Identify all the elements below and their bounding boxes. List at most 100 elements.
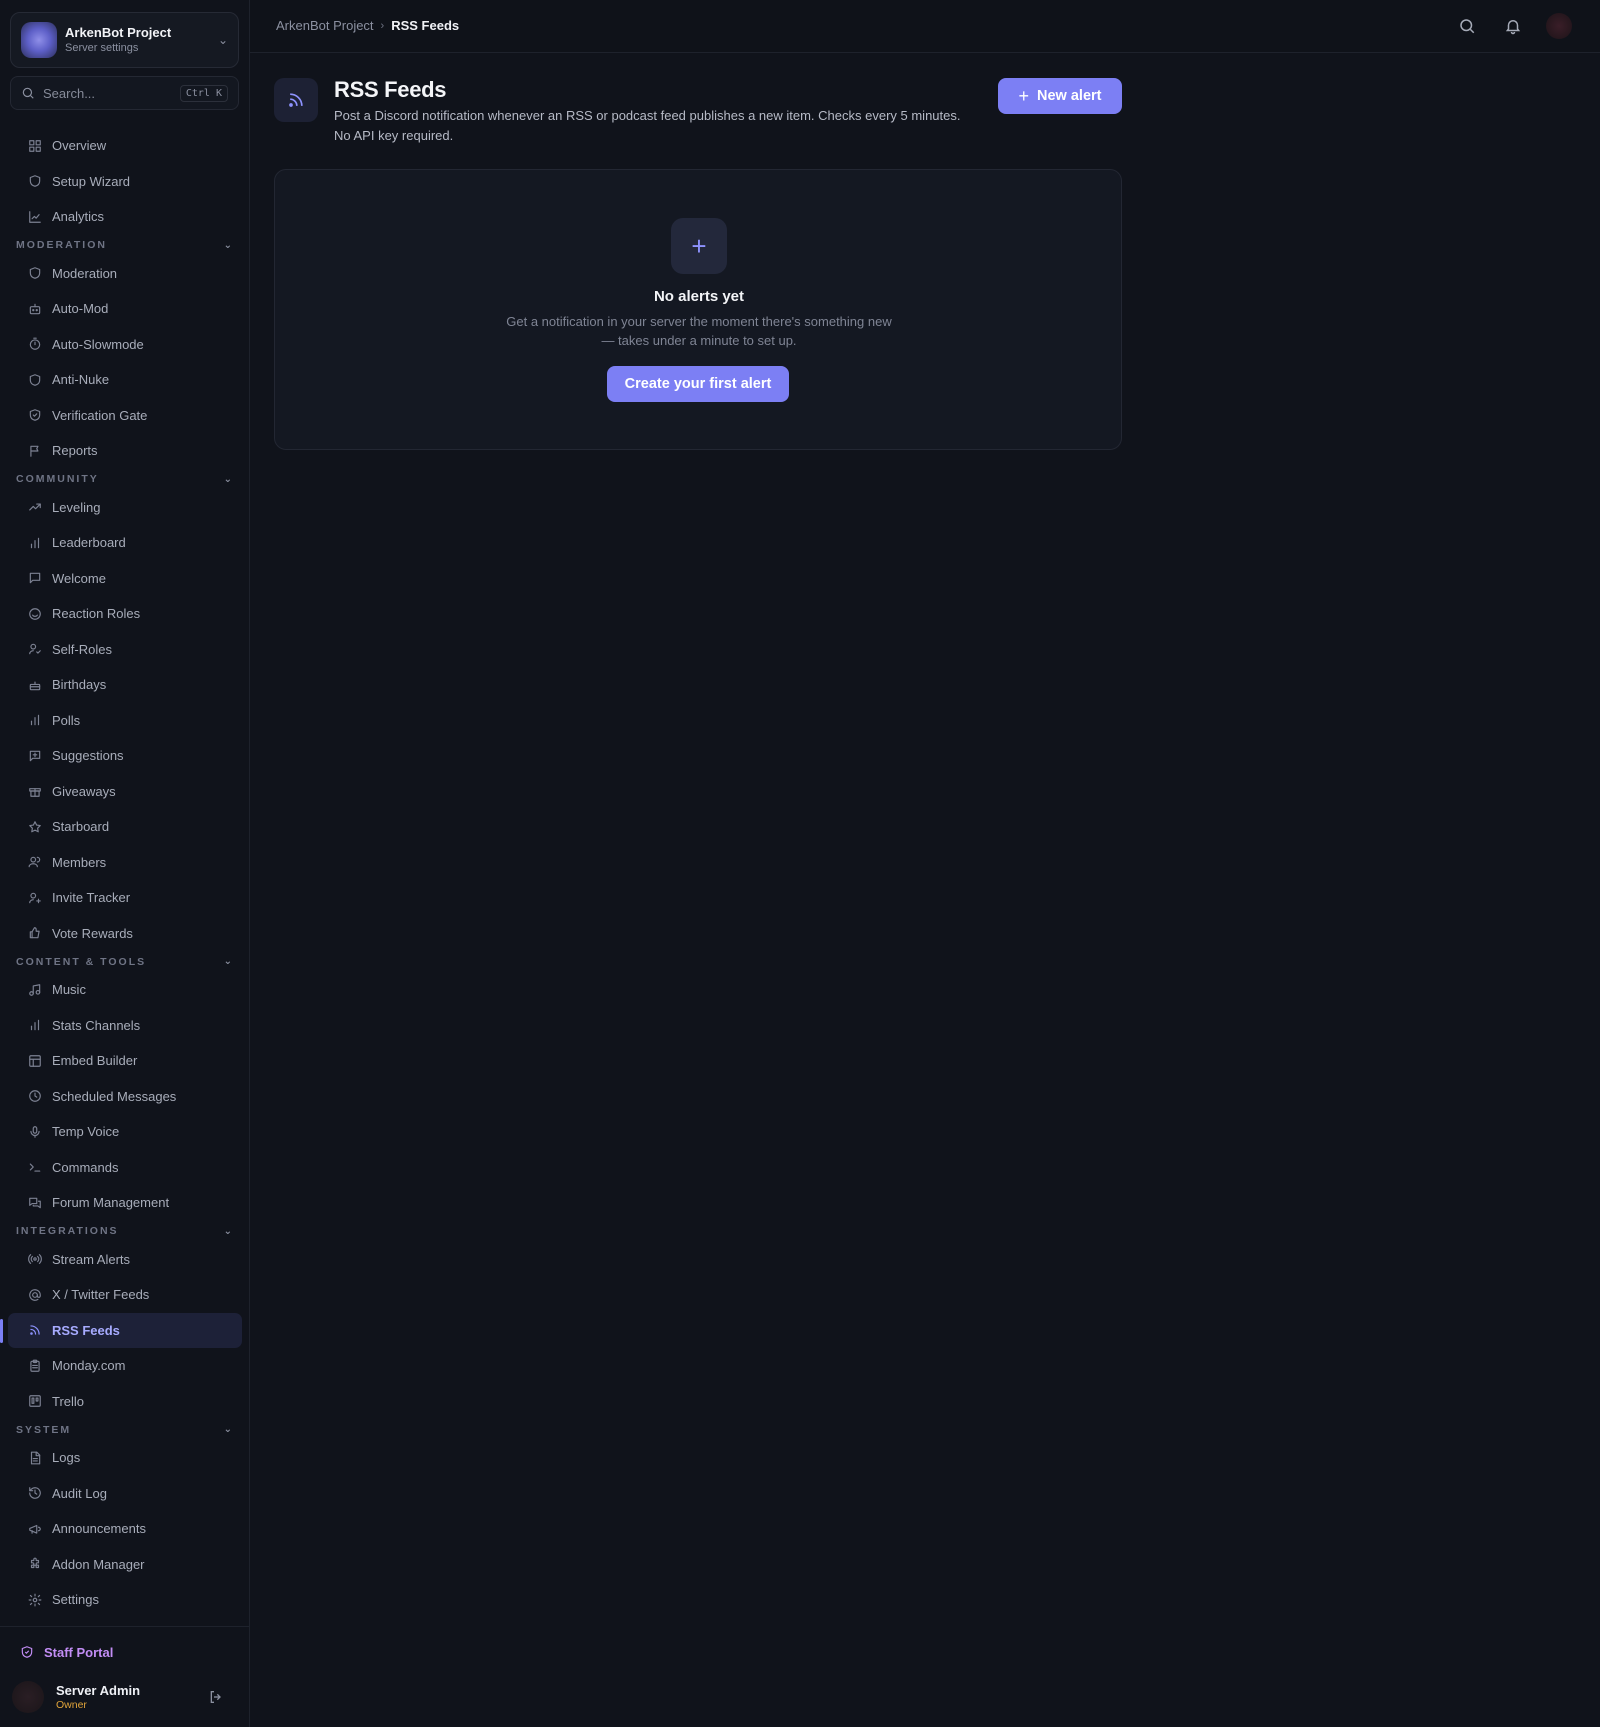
search-icon (22, 87, 34, 99)
chevron-down-icon: ⌄ (223, 239, 232, 251)
search-icon[interactable] (1458, 17, 1476, 35)
sidebar-item-verification-gate[interactable]: Verification Gate (8, 398, 242, 434)
sidebar-item-moderation[interactable]: Moderation (8, 256, 242, 292)
messages-icon (28, 1196, 42, 1210)
plus-icon: + (671, 218, 727, 274)
rss-icon (274, 78, 318, 122)
breadcrumb-parent[interactable]: ArkenBot Project (276, 18, 374, 33)
sidebar-item-monday-com[interactable]: Monday.com (8, 1348, 242, 1384)
sidebar-item-stream-alerts[interactable]: Stream Alerts (8, 1242, 242, 1278)
bar-chart-icon (28, 536, 42, 550)
section-header-system[interactable]: SYSTEM ⌄ (0, 1419, 250, 1440)
sidebar-item-invite-tracker[interactable]: Invite Tracker (8, 880, 242, 916)
rss-icon (28, 1323, 42, 1337)
grid-icon (28, 139, 42, 153)
sidebar-item-scheduled-messages[interactable]: Scheduled Messages (8, 1079, 242, 1115)
sidebar-item-leaderboard[interactable]: Leaderboard (8, 525, 242, 561)
empty-state-card: + No alerts yet Get a notification in yo… (274, 169, 1122, 450)
sidebar-item-anti-nuke[interactable]: Anti-Nuke (8, 362, 242, 398)
sidebar-item-logs[interactable]: Logs (8, 1440, 242, 1476)
chevron-down-icon: ⌄ (223, 1225, 232, 1237)
music-icon (28, 983, 42, 997)
sidebar-item-giveaways[interactable]: Giveaways (8, 774, 242, 810)
terminal-icon (28, 1160, 42, 1174)
sidebar-item-addon-manager[interactable]: Addon Manager (8, 1547, 242, 1583)
sidebar-item-setup-wizard[interactable]: Setup Wizard (8, 164, 242, 200)
sidebar-item-auto-mod[interactable]: Auto-Mod (8, 291, 242, 327)
sidebar: ArkenBot Project Server settings ⌄ Searc… (0, 0, 250, 1727)
sidebar-item-stats-channels[interactable]: Stats Channels (8, 1008, 242, 1044)
search-input[interactable]: Search... Ctrl K (10, 76, 239, 110)
section-header-content-tools[interactable]: CONTENT & TOOLS ⌄ (0, 951, 250, 972)
sidebar-item-analytics[interactable]: Analytics (8, 199, 242, 235)
section-header-integrations[interactable]: INTEGRATIONS ⌄ (0, 1221, 250, 1242)
sidebar-item-self-roles[interactable]: Self-Roles (8, 632, 242, 668)
bell-icon[interactable] (1504, 17, 1522, 35)
bar-chart-icon (28, 1018, 42, 1032)
logout-icon[interactable] (208, 1689, 224, 1705)
trending-up-icon (28, 500, 42, 514)
sidebar-item-leveling[interactable]: Leveling (8, 490, 242, 526)
at-sign-icon (28, 1288, 42, 1302)
sidebar-item-birthdays[interactable]: Birthdays (8, 667, 242, 703)
sidebar-item-commands[interactable]: Commands (8, 1150, 242, 1186)
sidebar-item-label: Audit Log (52, 1485, 107, 1501)
sidebar-item-auto-slowmode[interactable]: Auto-Slowmode (8, 327, 242, 363)
user-check-icon (28, 642, 42, 656)
clipboard-icon (28, 1359, 42, 1373)
gear-icon (28, 1593, 42, 1607)
breadcrumb-current: RSS Feeds (391, 18, 460, 33)
section-title: CONTENT & TOOLS (16, 955, 147, 968)
sidebar-item-vote-rewards[interactable]: Vote Rewards (8, 916, 242, 952)
sidebar-item-suggestions[interactable]: Suggestions (8, 738, 242, 774)
user-plus-icon (28, 891, 42, 905)
sidebar-item-forum-management[interactable]: Forum Management (8, 1185, 242, 1221)
search-shortcut: Ctrl K (179, 84, 228, 102)
timer-icon (28, 337, 42, 351)
sidebar-item-starboard[interactable]: Starboard (8, 809, 242, 845)
gift-icon (28, 784, 42, 798)
sidebar-item-polls[interactable]: Polls (8, 703, 242, 739)
sidebar-item-overview[interactable]: Overview (8, 128, 242, 164)
sidebar-item-music[interactable]: Music (8, 972, 242, 1008)
sidebar-item-trello[interactable]: Trello (8, 1384, 242, 1420)
new-alert-button[interactable]: + New alert (998, 78, 1122, 114)
top-bar: ArkenBot Project › RSS Feeds (250, 0, 1600, 53)
sidebar-item-label: Auto-Mod (52, 301, 109, 317)
section-title: MODERATION (16, 239, 107, 251)
create-first-alert-button[interactable]: Create your first alert (607, 366, 789, 402)
sidebar-item-reaction-roles[interactable]: Reaction Roles (8, 596, 242, 632)
sidebar-item-audit-log[interactable]: Audit Log (8, 1476, 242, 1512)
section-header-community[interactable]: COMMUNITY ⌄ (0, 469, 250, 490)
bar-chart-icon (28, 713, 42, 727)
section-header-moderation[interactable]: MODERATION ⌄ (0, 235, 250, 256)
sidebar-item-settings[interactable]: Settings (8, 1582, 242, 1618)
puzzle-icon (28, 1557, 42, 1571)
section-title: INTEGRATIONS (16, 1225, 119, 1237)
sidebar-item-label: Anti-Nuke (52, 372, 110, 388)
sidebar-item-label: Verification Gate (52, 407, 148, 423)
sidebar-item-label: Welcome (52, 570, 106, 586)
chevron-right-icon: › (380, 19, 385, 32)
sidebar-item-x-twitter-feeds[interactable]: X / Twitter Feeds (8, 1277, 242, 1313)
chevron-down-icon: ⌄ (217, 33, 228, 47)
line-chart-icon (28, 210, 42, 224)
server-switcher[interactable]: ArkenBot Project Server settings ⌄ (10, 12, 239, 68)
avatar[interactable] (1546, 13, 1572, 39)
plus-icon: + (1018, 86, 1030, 106)
avatar (12, 1681, 44, 1713)
sidebar-item-announcements[interactable]: Announcements (8, 1511, 242, 1547)
sidebar-item-reports[interactable]: Reports (8, 433, 242, 469)
sidebar-item-rss-feeds[interactable]: RSS Feeds (0, 1312, 242, 1348)
sidebar-item-temp-voice[interactable]: Temp Voice (8, 1114, 242, 1150)
sidebar-item-welcome[interactable]: Welcome (8, 561, 242, 597)
empty-state-title: No alerts yet (653, 288, 745, 305)
sidebar-item-label: Auto-Slowmode (52, 336, 144, 352)
sidebar-item-label: Stats Channels (52, 1017, 141, 1033)
sidebar-item-embed-builder[interactable]: Embed Builder (8, 1043, 242, 1079)
server-name: ArkenBot Project (65, 25, 172, 40)
sidebar-item-label: Reaction Roles (52, 606, 141, 622)
staff-portal-link[interactable]: Staff Portal (0, 1637, 250, 1667)
sidebar-item-members[interactable]: Members (8, 845, 242, 881)
shield-check-icon (28, 408, 42, 422)
